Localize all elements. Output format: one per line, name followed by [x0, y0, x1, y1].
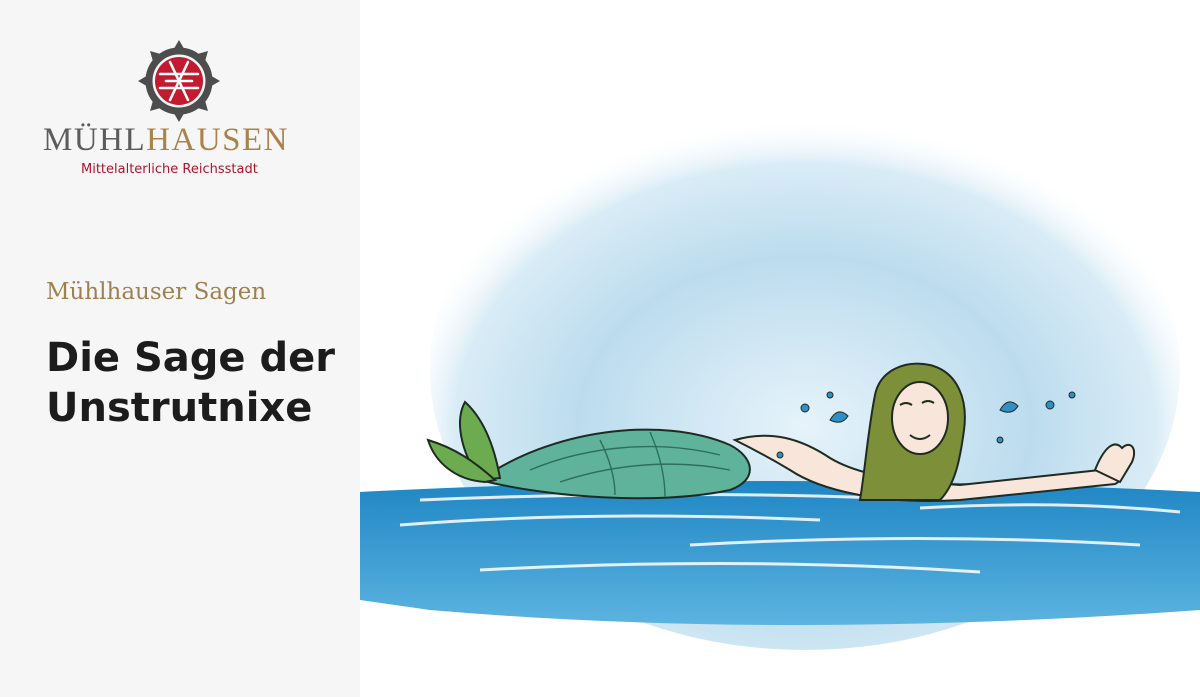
logo-word-part2: HAUSEN — [146, 122, 290, 158]
muehlhausen-logo[interactable]: MÜHLHAUSEN Mittelalterliche Reichsstadt — [40, 38, 330, 188]
water — [360, 481, 1200, 625]
logo-tagline: Mittelalterliche Reichsstadt — [81, 162, 258, 177]
left-panel: MÜHLHAUSEN Mittelalterliche Reichsstadt … — [0, 0, 360, 697]
title-line-2: Unstrutnixe — [46, 385, 313, 431]
title-line-1: Die Sage der — [46, 335, 335, 381]
kicker-title: Mühlhauser Sagen — [46, 279, 267, 305]
mermaid-swimming-illustration — [360, 90, 1200, 650]
city-crest-icon — [138, 40, 220, 122]
logo-word-part1: MÜHL — [43, 122, 147, 158]
logo-wordmark: MÜHLHAUSEN — [43, 122, 289, 158]
page-title: Die Sage der Unstrutnixe — [46, 333, 366, 433]
